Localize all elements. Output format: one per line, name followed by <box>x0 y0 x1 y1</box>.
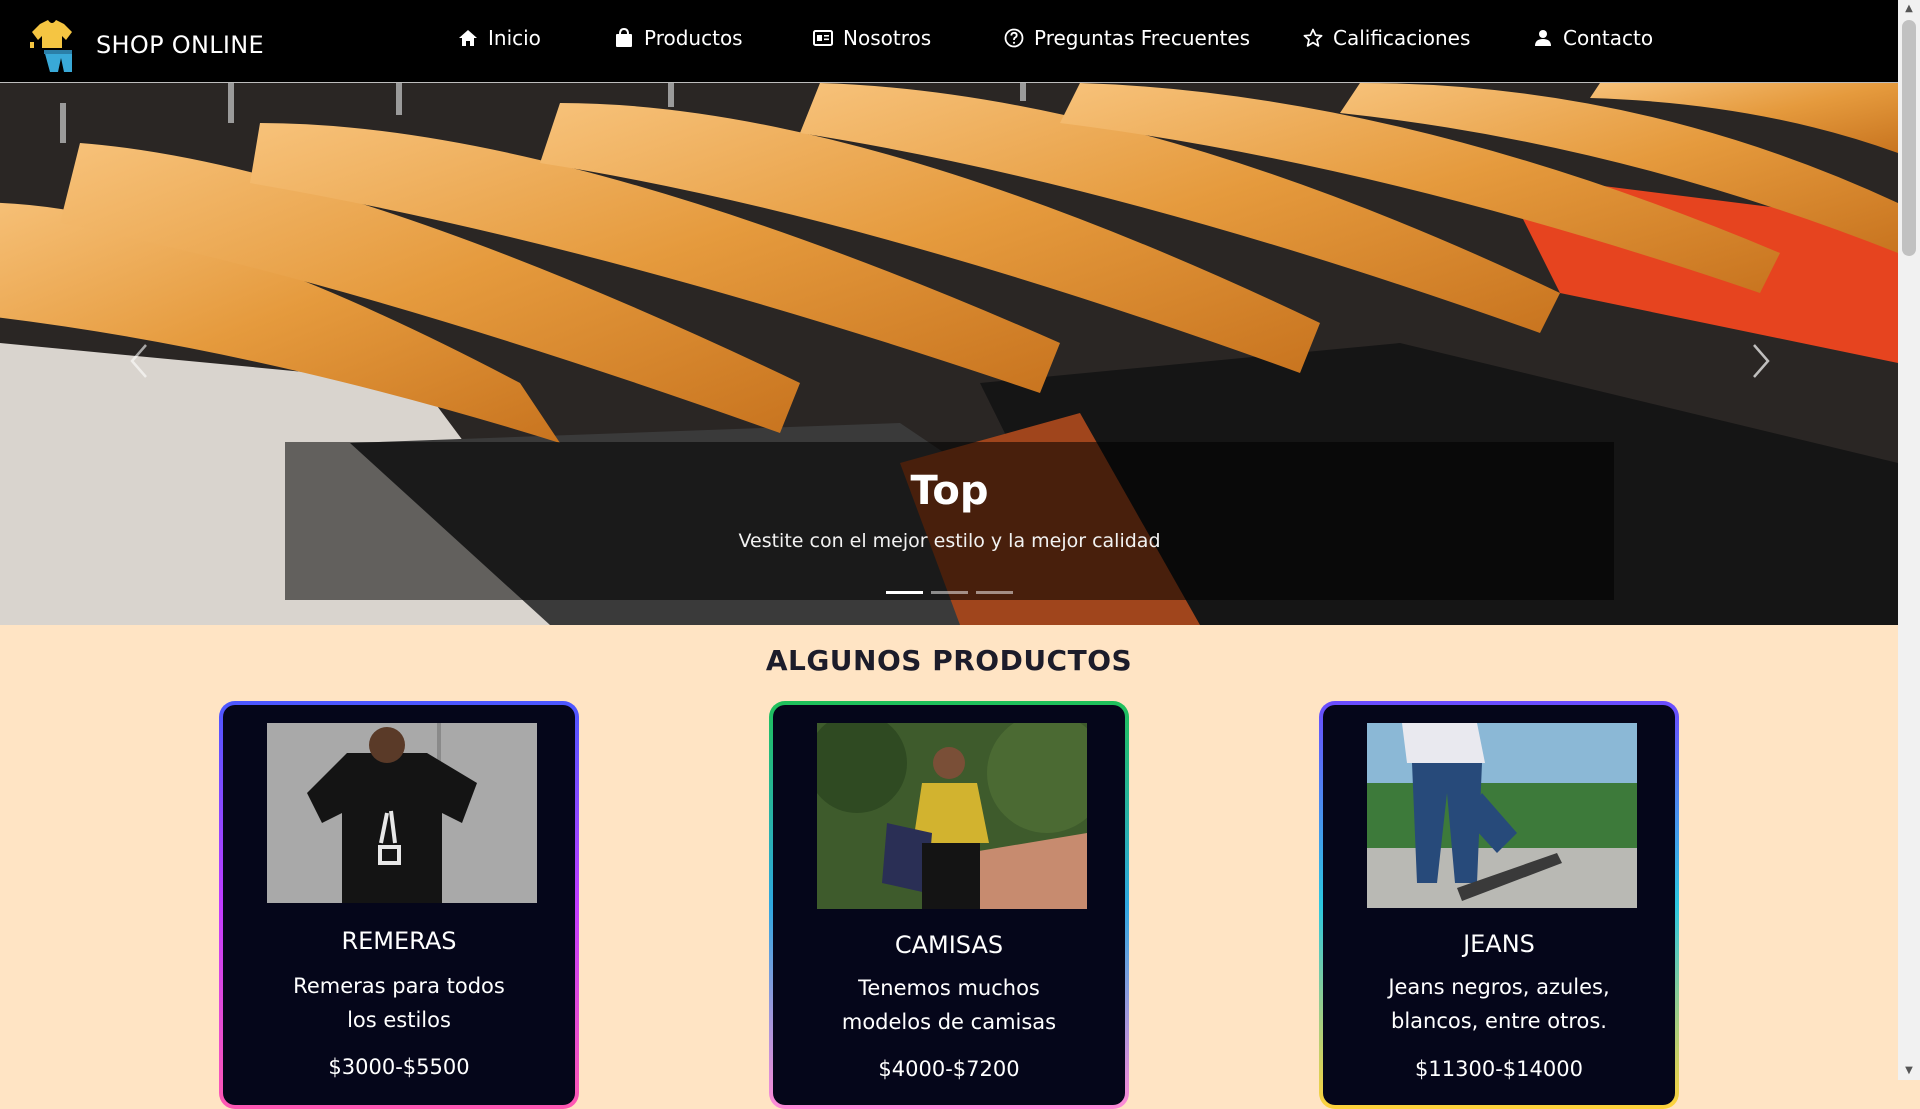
nav-links: Inicio Productos Nosotros Preguntas Frec… <box>0 0 1898 82</box>
bag-icon <box>616 28 632 47</box>
carousel-indicator-2[interactable] <box>931 591 968 594</box>
products-section-title: ALGUNOS PRODUCTOS <box>765 644 1133 677</box>
product-image-remeras <box>267 723 537 903</box>
product-card-remeras[interactable]: REMERAS Remeras para todos los estilos $… <box>219 701 579 1109</box>
product-price: $3000-$5500 <box>328 1055 470 1079</box>
shirt-photo <box>817 723 1087 909</box>
star-icon <box>1303 28 1323 47</box>
chevron-right-icon <box>1753 344 1770 378</box>
nav-item-label: Inicio <box>488 26 541 50</box>
nav-item-label: Calificaciones <box>1333 26 1471 50</box>
product-title: JEANS <box>1463 930 1535 958</box>
product-description: Remeras para todos los estilos <box>293 974 505 1032</box>
carousel-indicators <box>285 591 1614 594</box>
navbar: SHOP ONLINE Inicio Productos Nosotros Pr… <box>0 0 1898 83</box>
id-card-icon <box>813 30 833 46</box>
product-price: $11300-$14000 <box>1415 1057 1583 1081</box>
carousel-next-button[interactable] <box>1740 337 1780 385</box>
product-card-jeans[interactable]: JEANS Jeans negros, azules, blancos, ent… <box>1319 701 1679 1109</box>
nav-item-label: Contacto <box>1563 26 1654 50</box>
product-image-camisas <box>817 723 1087 909</box>
nav-item-contacto[interactable]: Contacto <box>1533 26 1653 50</box>
hero-carousel: Top Vestite con el mejor estilo y la mej… <box>0 83 1898 625</box>
tshirt-photo <box>267 723 537 903</box>
nav-item-preguntas[interactable]: Preguntas Frecuentes <box>1004 26 1250 50</box>
nav-item-calificaciones[interactable]: Calificaciones <box>1303 26 1470 50</box>
scroll-down-arrow-icon[interactable]: ▼ <box>1898 1062 1920 1080</box>
product-description: Jeans negros, azules, blancos, entre otr… <box>1388 975 1610 1033</box>
product-card-body: REMERAS Remeras para todos los estilos $… <box>223 705 575 1105</box>
nav-item-label: Productos <box>644 26 743 50</box>
carousel-text: Vestite con el mejor estilo y la mejor c… <box>738 530 1161 552</box>
carousel-prev-button[interactable] <box>120 337 160 385</box>
jeans-photo <box>1367 723 1637 908</box>
nav-item-inicio[interactable]: Inicio <box>458 26 541 50</box>
carousel-indicator-1[interactable] <box>886 591 923 594</box>
carousel-caption: Top Vestite con el mejor estilo y la mej… <box>285 442 1614 600</box>
chevron-left-icon <box>130 344 147 378</box>
nav-item-label: Nosotros <box>843 26 932 50</box>
product-image-jeans <box>1367 723 1637 908</box>
carousel-indicator-3[interactable] <box>976 591 1013 594</box>
scrollbar-thumb[interactable] <box>1902 20 1916 256</box>
nav-item-label: Preguntas Frecuentes <box>1034 26 1251 50</box>
product-card-body: JEANS Jeans negros, azules, blancos, ent… <box>1323 705 1675 1105</box>
question-circle-icon <box>1004 28 1024 48</box>
product-price: $4000-$7200 <box>878 1057 1020 1081</box>
product-card-camisas[interactable]: CAMISAS Tenemos muchos modelos de camisa… <box>769 701 1129 1109</box>
page-scrollbar[interactable]: ▲ ▼ <box>1898 0 1920 1080</box>
home-icon <box>459 30 477 46</box>
carousel-title: Top <box>910 468 989 514</box>
product-description: Tenemos muchos modelos de camisas <box>841 976 1057 1034</box>
nav-item-productos[interactable]: Productos <box>614 26 743 50</box>
nav-item-nosotros[interactable]: Nosotros <box>813 26 931 50</box>
user-icon <box>1535 30 1551 46</box>
product-title: CAMISAS <box>894 931 1004 959</box>
product-card-body: CAMISAS Tenemos muchos modelos de camisa… <box>773 705 1125 1105</box>
product-title: REMERAS <box>341 927 457 955</box>
scroll-up-arrow-icon[interactable]: ▲ <box>1898 0 1920 18</box>
